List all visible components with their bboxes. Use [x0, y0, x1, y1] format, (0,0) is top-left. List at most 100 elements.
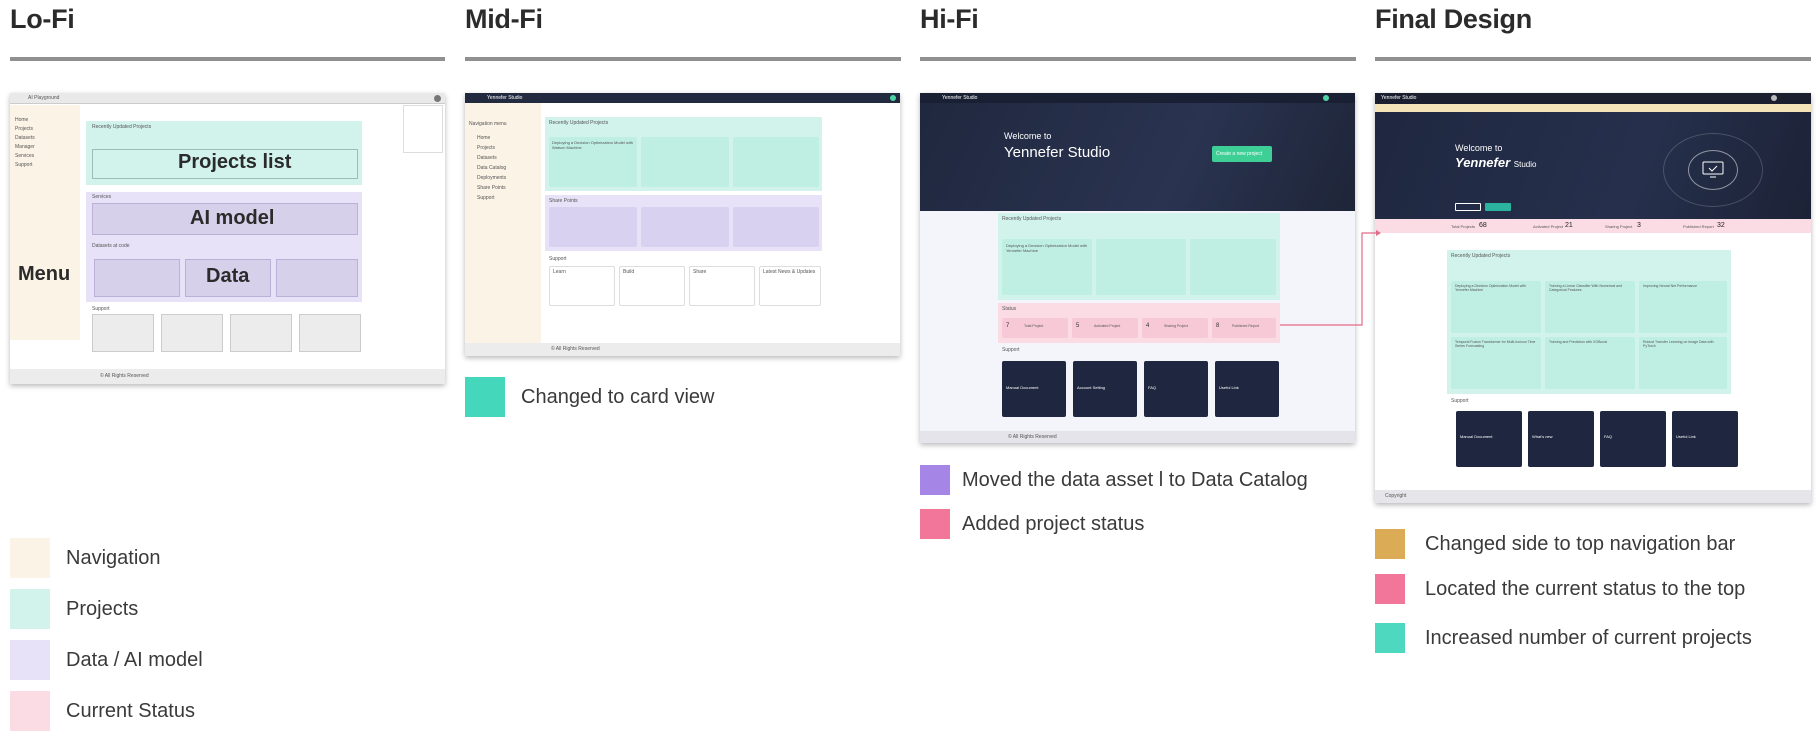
- legend-label: Navigation: [66, 546, 161, 569]
- note-hifi-data-catalog: Moved the data asset l to Data Catalog: [920, 465, 1308, 495]
- midfi-project-card[interactable]: [641, 137, 729, 187]
- final-project-title: Improving Neural Net Performance: [1643, 284, 1698, 288]
- final-support-card-title: Useful Link: [1676, 434, 1696, 439]
- hifi-avatar[interactable]: [1323, 95, 1329, 101]
- note-midfi-card-view: Changed to card view: [465, 377, 714, 417]
- lofi-datasets-heading: Datasets at code: [92, 243, 130, 249]
- note-swatch: [465, 377, 505, 417]
- final-support-heading: Support: [1451, 398, 1469, 404]
- lofi-support-card: [299, 314, 361, 352]
- final-hero-studio-suffix: Studio: [1513, 160, 1537, 169]
- stage-divider-lofi: [10, 57, 445, 61]
- final-status-value: 3: [1637, 222, 1641, 229]
- lofi-nav-list: Home Projects Datasets Manager Services …: [15, 117, 35, 168]
- hero-monitor-icon: [1702, 161, 1724, 178]
- hifi-hero: [920, 103, 1355, 211]
- midfi-nav-item[interactable]: Share Points: [477, 185, 506, 191]
- hifi-support-card-title: Account Setting: [1077, 385, 1106, 390]
- final-status-value: 32: [1717, 222, 1725, 229]
- note-text: Added project status: [962, 512, 1145, 535]
- final-support-card-title: FAQ: [1604, 434, 1613, 439]
- final-project-title: Temporal Fusion Transformer for Multi-ho…: [1455, 340, 1536, 348]
- midfi-nav-item[interactable]: Support: [477, 195, 506, 201]
- final-project-card[interactable]: [1545, 337, 1635, 389]
- hifi-card-title: Deploying a Decision Optimization Model …: [1006, 243, 1088, 253]
- midfi-card-title: Deploying a Decision Optimization Model …: [552, 140, 634, 150]
- final-status-label: Published Report: [1683, 224, 1714, 229]
- lofi-data-card: [94, 259, 180, 297]
- note-text: Changed side to top navigation bar: [1425, 532, 1736, 555]
- note-swatch: [1375, 623, 1405, 653]
- hifi-support-heading: Support: [1002, 347, 1020, 353]
- stage-divider-hifi: [920, 57, 1356, 61]
- lofi-nav-item[interactable]: Manager: [15, 144, 35, 150]
- midfi-data-card[interactable]: [641, 207, 729, 247]
- lofi-footer: [10, 369, 445, 384]
- final-support-card[interactable]: [1456, 411, 1522, 467]
- final-hero-button-primary[interactable]: [1485, 203, 1511, 211]
- lofi-avatar[interactable]: [434, 95, 441, 102]
- midfi-avatar[interactable]: [890, 95, 896, 101]
- note-hifi-project-status: Added project status: [920, 509, 1144, 539]
- final-hero-button-secondary[interactable]: [1455, 203, 1481, 211]
- hifi-status-label: Total Project: [1024, 324, 1044, 328]
- lofi-nav-item[interactable]: Support: [15, 162, 35, 168]
- legend-navigation: Navigation: [10, 538, 161, 578]
- final-support-card[interactable]: [1528, 411, 1594, 467]
- final-avatar[interactable]: [1771, 95, 1777, 101]
- final-support-card[interactable]: [1672, 411, 1738, 467]
- final-status-label: Sharing Project: [1605, 224, 1633, 229]
- note-final-top-nav: Changed side to top navigation bar: [1375, 529, 1735, 559]
- note-swatch: [920, 509, 950, 539]
- midfi-nav-item[interactable]: Projects: [477, 145, 506, 151]
- midfi-nav-item[interactable]: Home: [477, 135, 506, 141]
- note-swatch: [920, 465, 950, 495]
- final-hero-studio: Yennefer Studio: [1455, 155, 1536, 170]
- midfi-nav-item[interactable]: Deployments: [477, 175, 506, 181]
- midfi-project-card[interactable]: [733, 137, 819, 187]
- legend-current-status: Current Status: [10, 691, 195, 731]
- legend-label: Current Status: [66, 699, 195, 722]
- final-topbar: [1375, 93, 1811, 104]
- hifi-support-card-title: Useful Link: [1219, 385, 1239, 390]
- note-text: Located the current status to the top: [1425, 577, 1746, 600]
- stage-title-lofi: Lo-Fi: [10, 4, 75, 34]
- final-support-card[interactable]: [1600, 411, 1666, 467]
- hifi-status-value: 7: [1006, 323, 1010, 329]
- note-text: Moved the data asset l to Data Catalog: [962, 468, 1308, 491]
- lofi-support-card: [161, 314, 223, 352]
- midfi-support-card-title: Build: [623, 269, 635, 275]
- final-project-card[interactable]: [1639, 281, 1727, 333]
- final-footer: [1375, 490, 1811, 503]
- midfi-nav-item[interactable]: Data Catalog: [477, 165, 506, 171]
- lofi-nav-item[interactable]: Projects: [15, 126, 35, 132]
- final-top-nav: [1375, 104, 1811, 112]
- hifi-project-card[interactable]: [1096, 239, 1186, 295]
- hifi-mockup: Yennefer Studio Welcome to Yennefer Stud…: [920, 93, 1355, 443]
- midfi-footer-text: © All Rights Reserved: [551, 346, 600, 352]
- lofi-nav-item[interactable]: Datasets: [15, 135, 35, 141]
- hifi-status-value: 4: [1146, 323, 1150, 329]
- final-hero-studio-name: Yennefer: [1455, 155, 1511, 170]
- midfi-data-card[interactable]: [549, 207, 637, 247]
- midfi-support-heading: Support: [549, 256, 567, 262]
- lofi-data-label: Data: [206, 265, 250, 287]
- midfi-wireframe: Yennefer Studio Navigation menu Home Pro…: [465, 93, 900, 356]
- hifi-project-card[interactable]: [1190, 239, 1276, 295]
- lofi-nav-item[interactable]: Services: [15, 153, 35, 159]
- final-brand: Yennefer Studio: [1381, 95, 1417, 101]
- midfi-nav-list: Home Projects Datasets Data Catalog Depl…: [477, 135, 506, 201]
- hifi-status-label: Published Report: [1232, 324, 1259, 328]
- lofi-data-card: [276, 259, 358, 297]
- midfi-nav-heading: Navigation menu: [469, 121, 507, 127]
- midfi-shared-heading: Share Points: [549, 198, 578, 204]
- final-footer-text: Copyright: [1385, 493, 1407, 499]
- midfi-data-card[interactable]: [733, 207, 819, 247]
- lofi-nav-item[interactable]: Home: [15, 117, 35, 123]
- midfi-nav-item[interactable]: Datasets: [477, 155, 506, 161]
- stage-title-hifi: Hi-Fi: [920, 4, 979, 34]
- stage-divider-midfi: [465, 57, 901, 61]
- lofi-menu-label: Menu: [18, 263, 71, 285]
- stage-divider-final: [1375, 57, 1811, 61]
- note-swatch: [1375, 529, 1405, 559]
